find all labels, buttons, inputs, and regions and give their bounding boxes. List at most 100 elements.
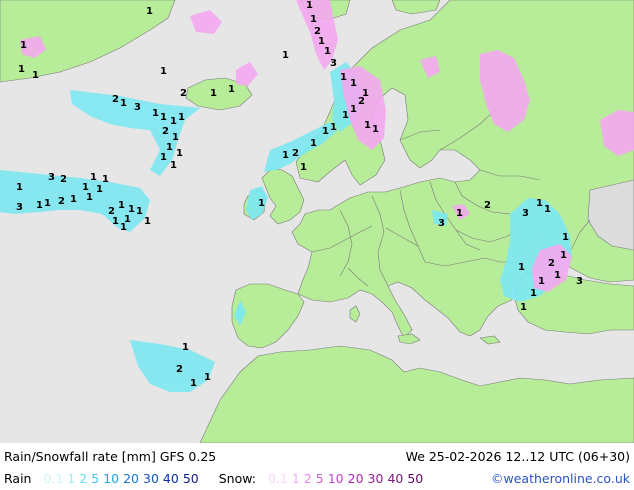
snow-legend-value: 2 [303, 471, 312, 486]
precip-value-label: 1 [178, 112, 185, 123]
precip-value-label: 1 [258, 198, 265, 209]
precip-value-label: 1 [372, 124, 379, 135]
precip-value-label: 1 [518, 262, 525, 273]
precip-value-label: 1 [120, 222, 127, 233]
precipitation-map: 1112131111211111321111112113111211111121… [0, 0, 634, 443]
precip-value-label: 1 [160, 66, 167, 77]
precip-value-label: 3 [48, 172, 55, 183]
precip-value-label: 3 [522, 208, 529, 219]
precip-value-label: 1 [300, 162, 307, 173]
snow-legend-value: 5 [315, 471, 324, 486]
precip-value-label: 1 [322, 126, 329, 137]
precip-value-label: 1 [102, 174, 109, 185]
footer-legend-row: Rain 0.1 1 2 5 10 20 30 40 50 Snow: 0.1 1 2 5 10 20 30… [0, 467, 634, 490]
precip-value-label: 1 [544, 204, 551, 215]
precip-value-label: 1 [560, 250, 567, 261]
rain-legend-value: 2 [79, 471, 88, 486]
precip-value-label: 3 [438, 218, 445, 229]
precip-value-label: 1 [340, 72, 347, 83]
precip-value-label: 1 [204, 372, 211, 383]
precip-value-label: 3 [330, 58, 337, 69]
precip-value-label: 1 [160, 152, 167, 163]
precip-value-label: 2 [176, 364, 183, 375]
precip-value-label: 1 [36, 200, 43, 211]
precip-value-label: 1 [342, 110, 349, 121]
snow-legend-value: 40 [387, 471, 404, 486]
precip-value-label: 1 [18, 64, 25, 75]
rain-legend-scale: 0.1 1 2 5 10 20 30 40 50 [35, 471, 202, 486]
precip-value-label: 2 [162, 126, 169, 137]
precip-value-label: 3 [134, 102, 141, 113]
snow-legend-value: 30 [367, 471, 384, 486]
rain-legend-value: 0.1 [43, 471, 64, 486]
precip-value-label: 1 [364, 120, 371, 131]
precip-value-label: 2 [292, 148, 299, 159]
precip-value-label: 1 [166, 142, 173, 153]
precip-value-label: 1 [176, 148, 183, 159]
precip-value-label: 1 [318, 36, 325, 47]
precip-value-label: 1 [536, 198, 543, 209]
rain-legend-value: 5 [91, 471, 100, 486]
precip-value-label: 1 [554, 270, 561, 281]
rain-legend-value: 20 [123, 471, 140, 486]
map-canvas: 1112 1 31 1 1 12111113 2 1 11 1112113 1 1 12 111111 21… [0, 0, 634, 443]
precip-value-label: 1 [70, 194, 77, 205]
rain-legend-value: 10 [103, 471, 120, 486]
snow-legend-value: 1 [291, 471, 300, 486]
precip-value-label: 1 [310, 14, 317, 25]
precip-value-label: 2 [112, 94, 119, 105]
precip-value-label: 1 [152, 108, 159, 119]
precip-value-label: 1 [172, 132, 179, 143]
credit-link[interactable]: ©weatheronline.co.uk [491, 471, 630, 486]
precip-value-label: 1 [324, 46, 331, 57]
forecast-datetime: We 25-02-2026 12..12 UTC (06+30) [405, 449, 630, 464]
snow-legend-value: 50 [407, 471, 424, 486]
precip-value-label: 2 [180, 88, 187, 99]
precip-value-label: 1 [136, 206, 143, 217]
snow-legend-value: 10 [327, 471, 344, 486]
precip-value-label: 1 [210, 88, 217, 99]
precip-value-label: 1 [32, 70, 39, 81]
precip-value-label: 1 [530, 288, 537, 299]
precip-value-label: 1 [456, 208, 463, 219]
rain-legend-value: 1 [67, 471, 76, 486]
precip-value-label: 1 [520, 302, 527, 313]
precip-value-label: 3 [16, 202, 23, 213]
snow-legend-value: 20 [347, 471, 364, 486]
legend: Rain 0.1 1 2 5 10 20 30 40 50 Snow: 0.1 1 2 5 10 20 30… [4, 471, 427, 486]
precip-value-label: 1 [160, 112, 167, 123]
rain-legend-value: 30 [143, 471, 159, 486]
precip-value-label: 1 [20, 40, 27, 51]
precip-value-label: 2 [548, 258, 555, 269]
precip-value-label: 1 [120, 98, 127, 109]
precip-value-label: 1 [170, 160, 177, 171]
precip-value-label: 1 [228, 84, 235, 95]
snow-legend-label: Snow: [218, 471, 256, 486]
precip-value-label: 1 [90, 172, 97, 183]
precip-value-label: 1 [362, 88, 369, 99]
precip-value-label: 1 [170, 116, 177, 127]
precip-value-label: 1 [146, 6, 153, 17]
precip-value-label: 1 [282, 150, 289, 161]
precip-value-label: 1 [282, 50, 289, 61]
precip-value-label: 1 [144, 216, 151, 227]
precip-value-label: 1 [562, 232, 569, 243]
precip-value-label: 1 [86, 192, 93, 203]
precip-value-label: 2 [484, 200, 491, 211]
rain-legend-value: 50 [182, 471, 199, 486]
precip-value-label: 1 [96, 184, 103, 195]
precip-value-label: 1 [16, 182, 23, 193]
precip-value-label: 1 [118, 200, 125, 211]
precip-value-label: 1 [538, 276, 545, 287]
map-title: Rain/Snowfall rate [mm] GFS 0.25 [4, 449, 217, 464]
footer-title-row: Rain/Snowfall rate [mm] GFS 0.25 We 25-0… [0, 444, 634, 467]
precip-value-label: 1 [350, 78, 357, 89]
precip-value-label: 2 [58, 196, 65, 207]
rain-legend-label: Rain [4, 471, 32, 486]
precip-value-label: 2 [314, 26, 321, 37]
snow-legend-scale: 0.1 1 2 5 10 20 30 40 50 [260, 471, 427, 486]
precip-value-label: 1 [350, 104, 357, 115]
precip-value-label: 3 [576, 276, 583, 287]
precip-value-label: 1 [190, 378, 197, 389]
precip-value-label: 2 [60, 174, 67, 185]
